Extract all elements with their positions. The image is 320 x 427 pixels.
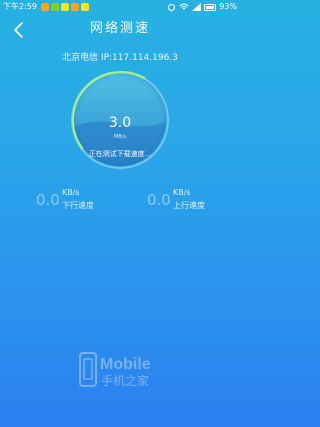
signal-icon [192, 3, 202, 11]
battery-percent: 93% [219, 2, 237, 11]
download-speed-label: 下行速度 [62, 201, 94, 210]
wifi-icon [179, 3, 189, 10]
page-title: 网络测速 [89, 21, 150, 36]
mobile-home-watermark: Mobile 手机之家 [78, 350, 178, 390]
battery-icon [204, 3, 217, 11]
upload-speed-unit: KB/s [173, 188, 191, 197]
notification-icon [70, 3, 79, 11]
status-bar: 下午2:59 93% [0, 0, 240, 14]
test-status-text: 正在测试下载速度... [88, 150, 152, 158]
current-speed-value: 3.0 [108, 115, 132, 131]
notification-icon [40, 3, 49, 11]
download-speed-unit: KB/s [62, 188, 80, 197]
current-speed-unit: MB/s [113, 134, 127, 140]
alarm-icon [168, 4, 176, 11]
status-time: 下午2:59 [3, 2, 37, 11]
notification-icon [50, 3, 59, 11]
watermark-text-bottom: 手机之家 [101, 373, 149, 388]
isp-ip-info: 北京电信 IP:117.114.196.3 [62, 53, 178, 63]
notification-icon [80, 3, 89, 11]
upload-speed-value: 0.0 [147, 191, 171, 209]
header: 网络测速 [0, 14, 240, 46]
watermark-text-top: Mobile [100, 356, 151, 373]
notification-icon [60, 3, 69, 11]
upload-speed-label: 上行速度 [173, 201, 205, 210]
download-speed-value: 0.0 [36, 191, 60, 209]
